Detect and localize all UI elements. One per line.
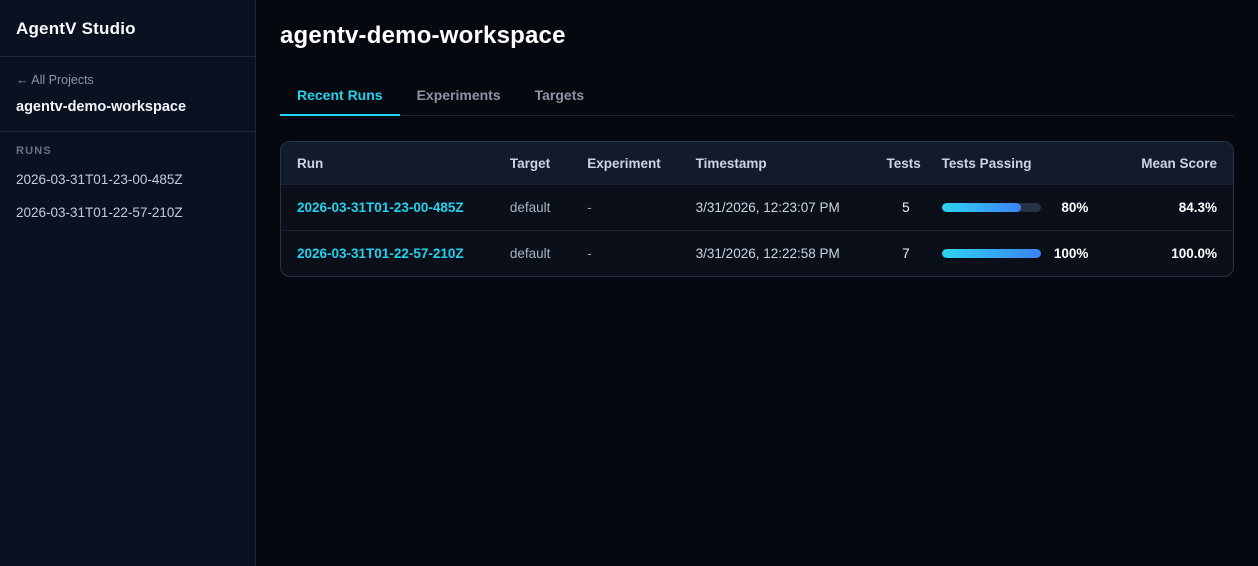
run-link[interactable]: 2026-03-31T01-22-57-210Z [297, 246, 464, 261]
column-header-timestamp: Timestamp [679, 142, 871, 185]
timestamp-cell: 3/31/2026, 12:22:58 PM [679, 230, 871, 276]
tests-passing-cell: 100% [925, 230, 1105, 276]
column-header-target: Target [493, 142, 572, 185]
table-row: 2026-03-31T01-22-57-210Z default - 3/31/… [281, 230, 1233, 276]
column-header-tests-passing: Tests Passing [925, 142, 1105, 185]
run-link[interactable]: 2026-03-31T01-23-00-485Z [297, 200, 464, 215]
sidebar: AgentV Studio ← All Projects agentv-demo… [0, 0, 256, 566]
app-title: AgentV Studio [16, 19, 136, 38]
tests-passing-percent: 80% [1061, 200, 1089, 215]
column-header-run: Run [281, 142, 494, 185]
sidebar-header: AgentV Studio [0, 0, 255, 57]
runs-table: Run Target Experiment Timestamp Tests Te… [281, 142, 1233, 276]
timestamp-cell: 3/31/2026, 12:23:07 PM [679, 184, 871, 231]
app-layout: AgentV Studio ← All Projects agentv-demo… [0, 0, 1258, 566]
tab-experiments[interactable]: Experiments [400, 78, 518, 116]
table-header-row: Run Target Experiment Timestamp Tests Te… [281, 142, 1233, 185]
progress-bar-fill [941, 203, 1021, 212]
column-header-tests: Tests [870, 142, 926, 185]
experiment-cell: - [571, 230, 680, 276]
progress-bar-fill [941, 249, 1041, 258]
column-header-mean-score: Mean Score [1104, 142, 1233, 185]
tests-passing-percent: 100% [1053, 246, 1089, 261]
runs-table-card: Run Target Experiment Timestamp Tests Te… [280, 141, 1234, 277]
page-title: agentv-demo-workspace [280, 22, 566, 49]
sidebar-runs-section: RUNS 2026-03-31T01-23-00-485Z 2026-03-31… [0, 132, 255, 242]
target-cell: default [493, 184, 572, 231]
sidebar-run-item[interactable]: 2026-03-31T01-22-57-210Z [16, 196, 239, 229]
progress-bar-track [941, 203, 1041, 212]
tests-count-cell: 7 [870, 230, 926, 276]
progress-bar-track [941, 249, 1041, 258]
tab-recent-runs[interactable]: Recent Runs [280, 78, 400, 116]
sidebar-project-name: agentv-demo-workspace [16, 99, 187, 115]
tests-count-cell: 5 [870, 184, 926, 231]
main-content: agentv-demo-workspace Recent Runs Experi… [256, 0, 1258, 566]
all-projects-back-link[interactable]: ← All Projects [16, 73, 94, 87]
sidebar-run-item[interactable]: 2026-03-31T01-23-00-485Z [16, 163, 239, 196]
column-header-experiment: Experiment [571, 142, 680, 185]
mean-score-cell: 84.3% [1104, 184, 1233, 231]
table-row: 2026-03-31T01-23-00-485Z default - 3/31/… [281, 184, 1233, 231]
experiment-cell: - [571, 184, 680, 231]
tab-targets[interactable]: Targets [518, 78, 602, 116]
target-cell: default [493, 230, 572, 276]
runs-section-label: RUNS [16, 145, 52, 157]
tab-bar: Recent Runs Experiments Targets [280, 78, 1234, 116]
tests-passing-cell: 80% [925, 184, 1105, 231]
sidebar-project-section: ← All Projects agentv-demo-workspace [0, 57, 255, 132]
mean-score-cell: 100.0% [1104, 230, 1233, 276]
